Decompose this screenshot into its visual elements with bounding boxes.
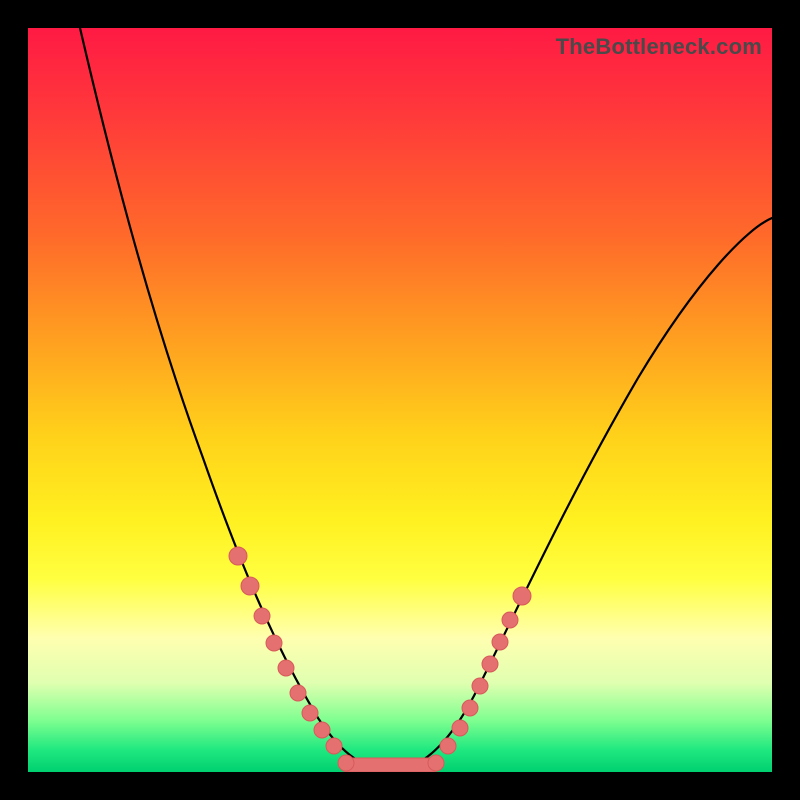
- curve-marker: [254, 608, 270, 624]
- curve-marker: [482, 656, 498, 672]
- curve-marker: [290, 685, 306, 701]
- curve-marker: [452, 720, 468, 736]
- curve-marker: [241, 577, 259, 595]
- curve-marker: [513, 587, 531, 605]
- curve-marker: [502, 612, 518, 628]
- curve-marker: [428, 755, 444, 771]
- bottom-marker-bar: [340, 758, 440, 772]
- curve-marker: [229, 547, 247, 565]
- bottleneck-curve: [80, 28, 772, 770]
- curve-marker: [278, 660, 294, 676]
- curve-marker: [314, 722, 330, 738]
- curve-marker: [302, 705, 318, 721]
- curve-marker: [266, 635, 282, 651]
- curve-marker: [462, 700, 478, 716]
- chart-svg: [28, 28, 772, 772]
- curve-marker: [338, 755, 354, 771]
- curve-marker: [492, 634, 508, 650]
- curve-marker: [472, 678, 488, 694]
- plot-area: TheBottleneck.com: [28, 28, 772, 772]
- curve-marker: [326, 738, 342, 754]
- curve-marker: [440, 738, 456, 754]
